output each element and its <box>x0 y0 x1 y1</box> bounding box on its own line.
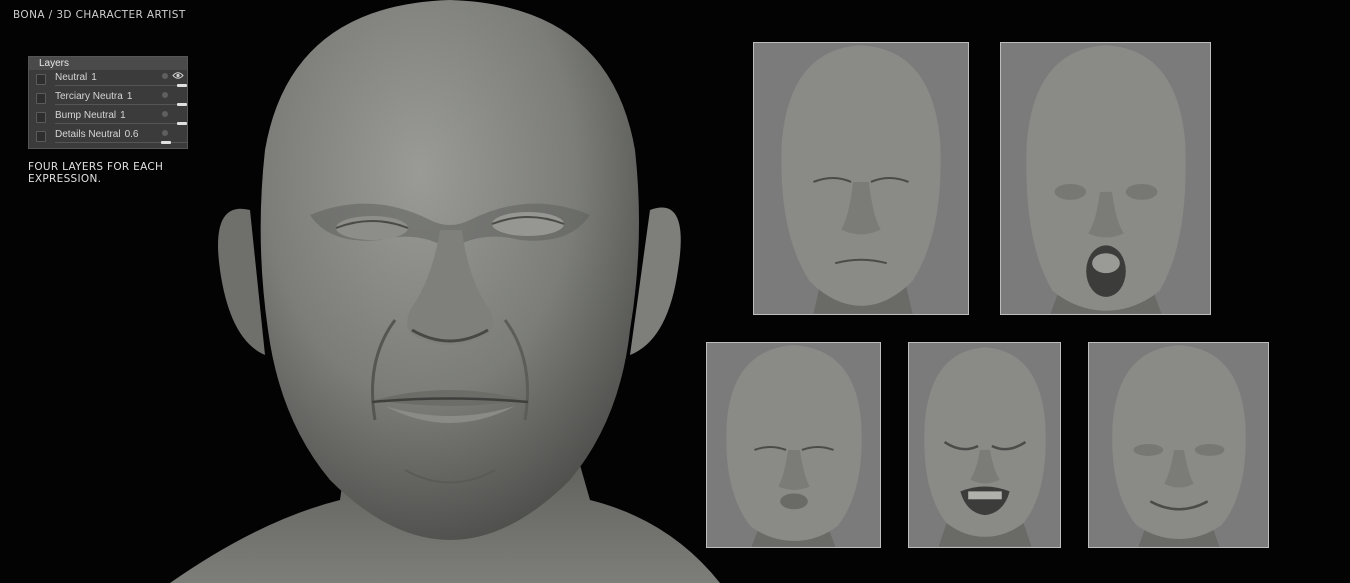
layer-visibility-checkbox[interactable] <box>36 74 46 85</box>
head-render <box>924 347 1046 547</box>
layer-visibility-checkbox[interactable] <box>36 112 46 123</box>
layer-name: Bump Neutral <box>55 110 117 121</box>
main-head-render <box>170 0 720 583</box>
layer-name: Terciary Neutra <box>55 91 123 102</box>
layer-value: 1 <box>120 110 126 121</box>
head-render <box>726 345 862 547</box>
expression-thumbnail-eyes-closed <box>753 42 969 315</box>
head-render <box>1112 345 1246 547</box>
head-render <box>1026 45 1186 314</box>
layer-value: 1 <box>91 72 97 83</box>
head-render <box>781 45 941 314</box>
layer-name: Details Neutral <box>55 129 121 140</box>
expression-thumbnail-snarl <box>908 342 1061 548</box>
layer-value: 1 <box>126 91 133 102</box>
expression-thumbnail-lips-pursed <box>706 342 881 548</box>
layer-value: 0.6 <box>124 129 139 140</box>
layer-visibility-checkbox[interactable] <box>36 93 46 104</box>
expression-thumbnail-mouth-open <box>1000 42 1211 315</box>
layer-name: Neutral <box>55 72 88 83</box>
layer-visibility-checkbox[interactable] <box>36 131 46 142</box>
expression-thumbnail-smile <box>1088 342 1269 548</box>
